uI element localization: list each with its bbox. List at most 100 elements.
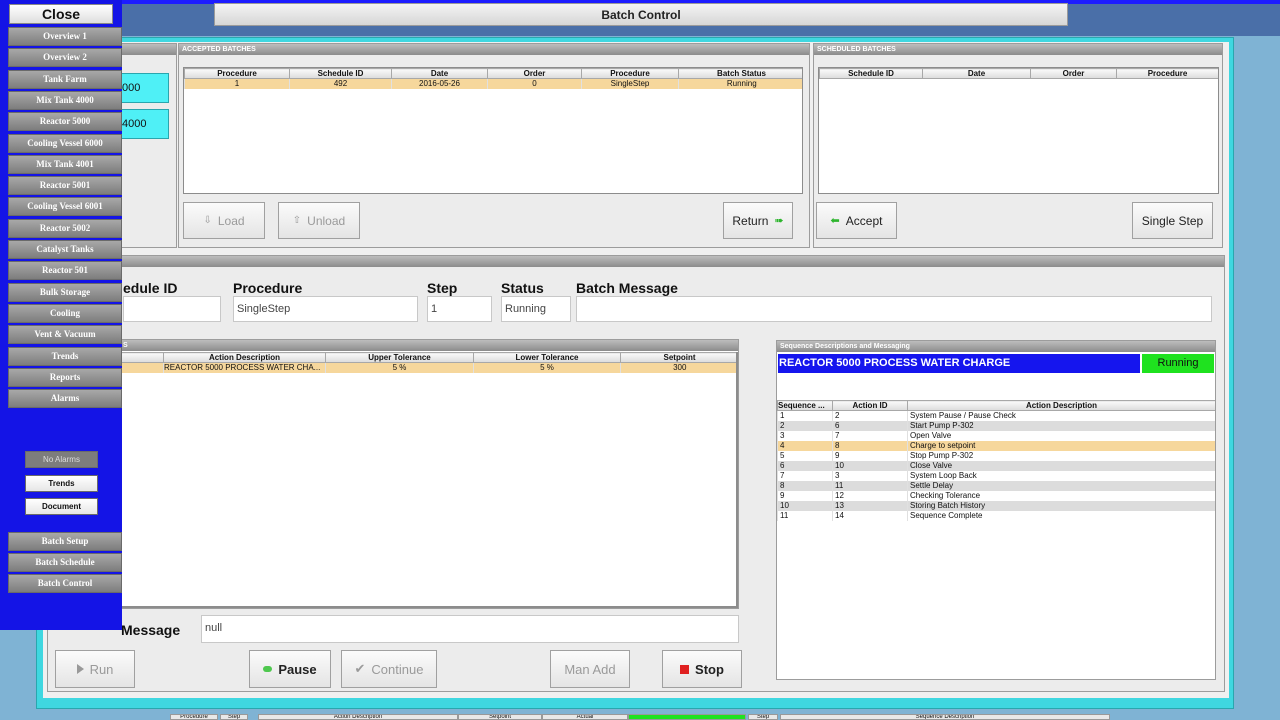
single-step-button[interactable]: Single Step: [1132, 202, 1213, 239]
col-action-id[interactable]: Action ID: [832, 400, 908, 411]
nav-item-mix-tank-4000[interactable]: Mix Tank 4000: [8, 90, 122, 110]
table-row[interactable]: 6 10 Close Valve: [777, 460, 1215, 471]
table-row[interactable]: 2 6 Start Pump P-302: [777, 420, 1215, 431]
sequence-panel: Sequence Descriptions and Messaging REAC…: [776, 340, 1216, 680]
col-procedure-name[interactable]: Procedure: [581, 68, 679, 79]
sequence-table[interactable]: Sequence ... Action ID Action Descriptio…: [777, 400, 1215, 530]
accept-button[interactable]: ⬅ Accept: [816, 202, 897, 239]
nav-item-vent-vacuum[interactable]: Vent & Vacuum: [8, 325, 122, 345]
arrow-left-icon: ⬅: [830, 215, 840, 227]
stop-button[interactable]: Stop: [662, 650, 742, 688]
cell: 1: [184, 78, 290, 89]
nav-item-reactor-5001[interactable]: Reactor 5001: [8, 176, 122, 196]
table-row[interactable]: 10 13 Storing Batch History: [777, 500, 1215, 511]
table-row[interactable]: 8 11 Settle Delay: [777, 480, 1215, 491]
stop-icon: [680, 664, 690, 674]
col-action-description[interactable]: Action Description: [163, 352, 326, 363]
table-row[interactable]: 11 14 Sequence Complete: [777, 510, 1215, 521]
bottom-col-sequence-description: Sequence Description: [780, 714, 1110, 720]
cell: 2: [777, 420, 833, 431]
unit-chip-1[interactable]: 000: [119, 73, 169, 103]
col-date[interactable]: Date: [391, 68, 488, 79]
left-nav: Close Overview 1 Overview 2 Tank Farm Mix T…: [0, 0, 122, 630]
col-order[interactable]: Order: [1030, 68, 1117, 79]
col-procedure[interactable]: Procedure: [184, 68, 290, 79]
cell: 9: [777, 490, 833, 501]
continue-button[interactable]: ✔ Continue: [341, 650, 437, 688]
cell: [120, 362, 164, 373]
cell: 492: [289, 78, 392, 89]
run-label: Run: [89, 661, 114, 677]
nav-item-cooling-vessel-6001[interactable]: Cooling Vessel 6001: [8, 197, 122, 217]
nav-item-reactor-5000[interactable]: Reactor 5000: [8, 112, 122, 132]
nav-item-alarms[interactable]: Alarms: [8, 389, 122, 409]
batch-control-content: 000 4000 Accepted Batches Procedure Sche…: [43, 42, 1229, 698]
col-batch-status[interactable]: Batch Status: [678, 68, 802, 79]
col-schedule-id[interactable]: Schedule ID: [819, 68, 923, 79]
load-button[interactable]: ⇩ Load: [183, 202, 265, 239]
nav-item-reports[interactable]: Reports: [8, 367, 122, 387]
table-row[interactable]: 5 9 Stop Pump P-302: [777, 450, 1215, 461]
cell: Open Valve: [907, 430, 1215, 441]
nav-item-trends[interactable]: Trends: [8, 346, 122, 366]
cell: 0: [487, 78, 582, 89]
scheduled-batches-table[interactable]: Schedule ID Date Order Procedure: [818, 67, 1219, 194]
accepted-batches-table[interactable]: Procedure Schedule ID Date Order Procedu…: [183, 67, 803, 194]
table-row[interactable]: 4 8 Charge to setpoint: [777, 440, 1215, 451]
nav-item-catalyst-tanks[interactable]: Catalyst Tanks: [8, 240, 122, 259]
pause-icon: [263, 666, 273, 672]
run-button[interactable]: Run: [55, 650, 135, 688]
nav-item-reactor-5002[interactable]: Reactor 5002: [8, 218, 122, 238]
document-button[interactable]: Document: [25, 498, 98, 515]
operator-message-field: null: [201, 615, 739, 643]
batch-detail-header: [48, 256, 1224, 267]
play-icon: [76, 664, 84, 674]
unload-button[interactable]: ⇧ Unload: [278, 202, 360, 239]
pause-button[interactable]: Pause: [249, 650, 331, 688]
man-add-button[interactable]: Man Add: [550, 650, 630, 688]
nav-item-overview-1[interactable]: Overview 1: [8, 27, 122, 46]
close-button[interactable]: Close: [9, 4, 113, 24]
col-seq-action-description[interactable]: Action Description: [907, 400, 1215, 411]
col-upper-tolerance[interactable]: Upper Tolerance: [325, 352, 474, 363]
table-row[interactable]: 1 492 2016-05-26 0 SingleStep Running: [184, 78, 802, 89]
actions-header: s: [120, 340, 738, 351]
nav-batch-schedule[interactable]: Batch Schedule: [8, 553, 122, 572]
nav-item-tank-farm[interactable]: Tank Farm: [8, 69, 122, 89]
table-row[interactable]: REACTOR 5000 PROCESS WATER CHA... 5 % 5 …: [120, 362, 736, 373]
col-order[interactable]: Order: [487, 68, 582, 79]
actions-table[interactable]: Action Description Upper Tolerance Lower…: [120, 352, 738, 608]
trends-button[interactable]: Trends: [25, 475, 98, 492]
table-row[interactable]: 7 3 System Loop Back: [777, 470, 1215, 481]
col-procedure[interactable]: Procedure: [1116, 68, 1218, 79]
cell: 14: [832, 510, 908, 521]
nav-item-cooling[interactable]: Cooling: [8, 303, 122, 323]
procedure-label: Procedure: [233, 280, 303, 296]
bottom-col-procedure: Procedure: [170, 714, 218, 720]
status-field: Running: [501, 296, 571, 322]
col-date[interactable]: Date: [922, 68, 1031, 79]
table-row[interactable]: 9 12 Checking Tolerance: [777, 490, 1215, 501]
unit-chip-2[interactable]: 4000: [119, 109, 169, 139]
table-row[interactable]: 1 2 System Pause / Pause Check: [777, 410, 1215, 421]
col-schedule-id[interactable]: Schedule ID: [289, 68, 392, 79]
cell: 2016-05-26: [391, 78, 488, 89]
step-field: 1: [427, 296, 492, 322]
nav-item-reactor-501[interactable]: Reactor 501: [8, 261, 122, 281]
col-sequence[interactable]: Sequence ...: [777, 400, 833, 411]
cell: System Loop Back: [907, 470, 1215, 481]
nav-batch-control[interactable]: Batch Control: [8, 574, 122, 593]
cell: Stop Pump P-302: [907, 450, 1215, 461]
nav-batch-setup[interactable]: Batch Setup: [8, 532, 122, 551]
return-button[interactable]: Return ➠: [723, 202, 793, 239]
nav-item-mix-tank-4001[interactable]: Mix Tank 4001: [8, 154, 122, 174]
batch-message-field: [576, 296, 1212, 322]
sequence-title: REACTOR 5000 PROCESS WATER CHARGE: [778, 354, 1140, 373]
col-lower-tolerance[interactable]: Lower Tolerance: [473, 352, 621, 363]
table-row[interactable]: 3 7 Open Valve: [777, 430, 1215, 441]
nav-item-overview-2[interactable]: Overview 2: [8, 48, 122, 68]
col-action-blank[interactable]: [120, 352, 164, 363]
nav-item-cooling-vessel-6000[interactable]: Cooling Vessel 6000: [8, 133, 122, 153]
col-setpoint[interactable]: Setpoint: [620, 352, 736, 363]
nav-item-bulk-storage[interactable]: Bulk Storage: [8, 282, 122, 302]
